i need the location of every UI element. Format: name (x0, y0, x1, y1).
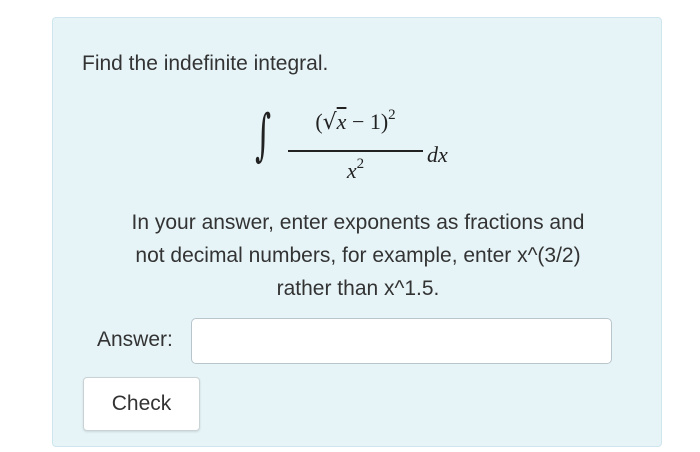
answer-label: Answer: (97, 328, 173, 351)
integrand-denominator: x2 (288, 156, 423, 184)
denominator-exponent: 2 (356, 156, 365, 172)
sqrt-symbol: √ (322, 110, 337, 135)
integrand-numerator: (√x − 1)2 (288, 107, 423, 135)
numerator-open-paren: ( (315, 109, 323, 134)
fraction-bar (288, 150, 423, 152)
numerator-rest: − 1) (346, 109, 389, 134)
answer-input[interactable] (191, 318, 612, 364)
instructions-line-2: not decimal numbers, for example, enter … (135, 244, 581, 267)
denominator-base: x (346, 158, 357, 183)
integral-sign: ∫ (255, 103, 272, 168)
check-button[interactable]: Check (83, 377, 200, 431)
instructions-line-1: In your answer, enter exponents as fract… (131, 211, 585, 234)
integral-expression: ∫ (√x − 1)2 x2 dx (255, 106, 485, 201)
differential: dx (427, 142, 448, 167)
answer-instructions: In your answer, enter exponents as fract… (83, 206, 633, 305)
integrand-fraction: (√x − 1)2 x2 (288, 106, 423, 198)
instructions-line-3: rather than x^1.5. (276, 277, 440, 300)
numerator-exponent: 2 (388, 107, 396, 123)
radicand: x (336, 109, 347, 134)
question-prompt: Find the indefinite integral. (82, 52, 329, 75)
question-card: Find the indefinite integral. ∫ (√x − 1)… (52, 17, 662, 447)
